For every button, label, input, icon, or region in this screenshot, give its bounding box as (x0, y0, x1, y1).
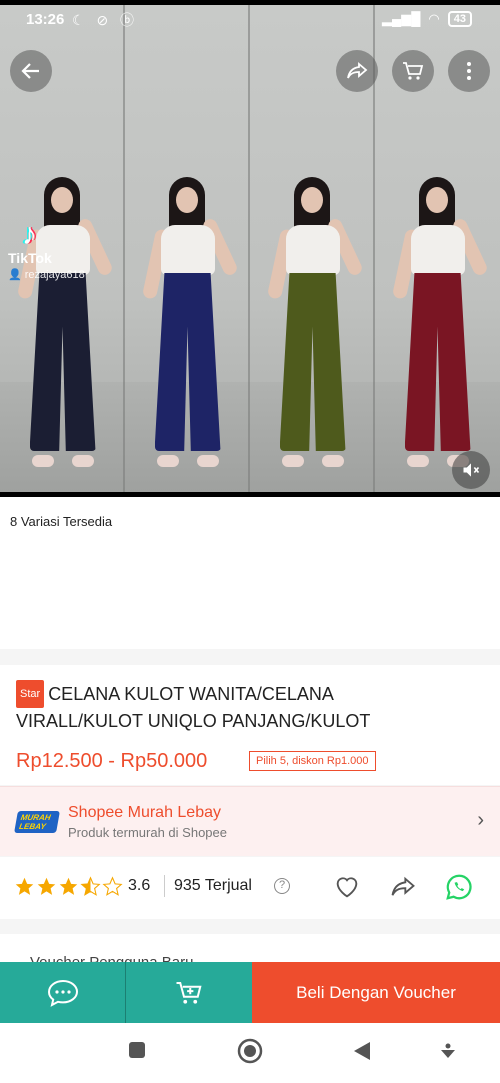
whatsapp-icon (446, 874, 472, 900)
product-media[interactable]: ♪ TikTok 👤 rezajaya618 13:26 ☾ ⊘ ⓑ ▂▄▆█ … (0, 0, 500, 497)
more-vertical-icon (467, 62, 471, 80)
product-price: Rp12.500 - Rp50.000 (16, 750, 208, 772)
tiktok-username: rezajaya618 (24, 269, 85, 281)
model-figure (141, 177, 239, 467)
product-page: ♪ TikTok 👤 rezajaya618 13:26 ☾ ⊘ ⓑ ▂▄▆█ … (0, 0, 500, 1083)
user-icon: 👤 (8, 269, 22, 281)
shop-banner[interactable]: MURAH LEBAY Shopee Murah Lebay Produk te… (0, 786, 500, 856)
pants-swatch (279, 273, 346, 451)
assist-button[interactable] (439, 1042, 457, 1065)
chevron-right-icon: › (477, 809, 484, 831)
star-half-icon (80, 876, 101, 896)
shop-subtitle: Produk termurah di Shopee (68, 825, 227, 840)
signal-icon: ▂▄▆█ (381, 11, 421, 26)
wifi-icon: ◠ (428, 11, 440, 26)
pants-swatch (154, 273, 221, 451)
status-time: 13:26 (26, 11, 65, 28)
model-figure (266, 177, 364, 467)
triangle-back-icon (354, 1042, 370, 1060)
back-nav-button[interactable] (353, 1041, 371, 1066)
square-icon (129, 1042, 145, 1058)
add-to-cart-button[interactable] (126, 962, 252, 1023)
status-notification-icons: ☾ ⊘ ⓑ (72, 12, 139, 28)
pants-swatch (404, 273, 471, 451)
circle-icon (237, 1038, 263, 1064)
shop-name: Shopee Murah Lebay (68, 804, 221, 821)
cart-add-icon (176, 981, 202, 1004)
tiktok-watermark: ♪ TikTok 👤 rezajaya618 (8, 218, 85, 282)
more-options-button[interactable] (448, 50, 490, 92)
share-icon (391, 876, 415, 896)
star-seller-badge: Star (16, 680, 45, 708)
share-product-button[interactable] (388, 872, 418, 902)
product-info: Star CELANA KULOT WANITA/CELANA VIRALL/KU… (0, 665, 500, 785)
back-button[interactable] (10, 50, 52, 92)
chat-button[interactable] (0, 962, 126, 1023)
chat-icon (47, 979, 78, 1007)
share-button[interactable] (336, 50, 378, 92)
tiktok-brand: TikTok (8, 250, 52, 266)
system-navigation-bar (0, 1023, 500, 1083)
sold-count: 935 Terjual (174, 877, 252, 894)
heart-icon (336, 877, 358, 898)
variations-label: 8 Variasi Tersedia (10, 514, 113, 529)
bottom-action-bar: Beli Dengan Voucher (0, 962, 500, 1023)
cart-button[interactable] (392, 50, 434, 92)
pants-swatch (29, 273, 96, 451)
model-panel-2 (125, 5, 250, 492)
shop-logo: MURAH LEBAY (14, 811, 60, 833)
favorite-button[interactable] (332, 872, 362, 902)
assist-icon (441, 1043, 455, 1058)
divider (164, 875, 165, 897)
star-full-icon (37, 877, 56, 895)
product-title-text: CELANA KULOT WANITA/CELANA VIRALL/KULOT … (16, 684, 371, 731)
variations-section[interactable]: 8 Variasi Tersedia (0, 497, 500, 649)
bundle-discount-badge[interactable]: Pilih 5, diskon Rp1.000 (249, 751, 376, 771)
arrow-left-icon (21, 63, 39, 79)
product-title: Star CELANA KULOT WANITA/CELANA VIRALL/KU… (16, 680, 416, 734)
rating-row: 3.6 935 Terjual ? (0, 857, 500, 919)
star-full-icon (15, 877, 34, 895)
rating-value: 3.6 (128, 877, 151, 894)
star-empty-icon (102, 876, 123, 896)
home-button[interactable] (237, 1038, 263, 1069)
recent-apps-button[interactable] (128, 1041, 146, 1064)
mute-button[interactable] (452, 451, 490, 489)
battery-indicator: 43 (447, 11, 472, 27)
star-full-icon (59, 877, 78, 895)
speaker-muted-icon (463, 463, 480, 477)
status-bar: 13:26 ☾ ⊘ ⓑ ▂▄▆█ ◠ 43 (0, 8, 500, 34)
whatsapp-share-button[interactable] (444, 872, 474, 902)
cart-icon (403, 62, 424, 80)
share-icon (347, 62, 368, 79)
model-figure (391, 177, 489, 467)
tiktok-logo-icon: ♪ (22, 218, 37, 251)
help-icon[interactable]: ? (274, 878, 290, 894)
rating-stars[interactable] (14, 876, 123, 897)
buy-with-voucher-button[interactable]: Beli Dengan Voucher (252, 962, 500, 1023)
